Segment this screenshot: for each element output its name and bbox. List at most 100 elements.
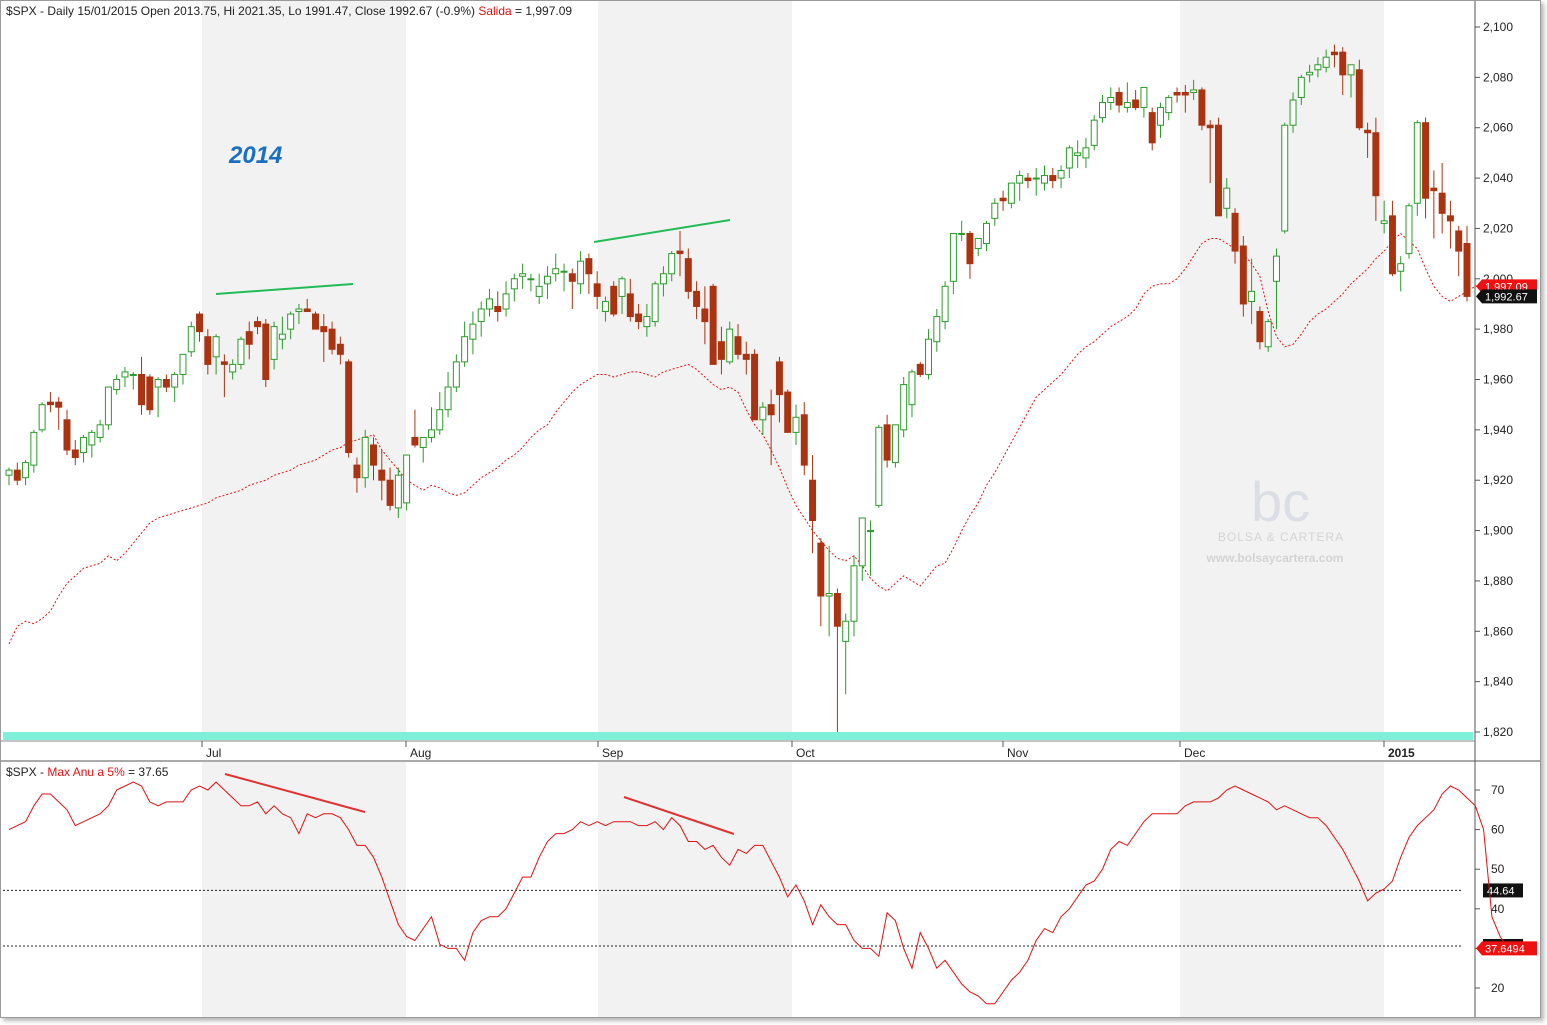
osc-tick-label: 40 — [1491, 902, 1505, 916]
candle-body-up — [187, 326, 195, 353]
candle — [916, 361, 924, 377]
candle-body-down — [800, 414, 808, 466]
candle-body-up — [842, 620, 850, 642]
candle-body-up — [1264, 321, 1272, 348]
candle — [345, 359, 353, 458]
candle — [900, 376, 908, 438]
candle-body-up — [394, 474, 402, 509]
candle-body-up — [1223, 187, 1231, 209]
x-tick-label: Sep — [602, 746, 624, 760]
candle — [1214, 117, 1222, 217]
osc-tick-label: 60 — [1491, 823, 1505, 837]
candle — [1355, 59, 1363, 131]
candle-body-down — [1198, 89, 1206, 126]
header-symbol: $SPX — [6, 4, 37, 18]
candle-body-up — [1140, 86, 1148, 109]
candle-body-up — [1405, 205, 1413, 255]
lower-indicator: Max Anu a 5% — [47, 765, 125, 779]
candle-body-up — [1099, 102, 1106, 119]
candle-body-down — [220, 361, 228, 365]
candle-body-up — [229, 363, 237, 373]
candle-body-down — [709, 285, 717, 365]
candle-body-up — [519, 273, 527, 277]
candle — [941, 281, 949, 330]
candle — [610, 281, 618, 317]
candle-body-up — [452, 361, 460, 388]
x-tick-label: Jul — [206, 746, 221, 760]
candle-body-up — [668, 253, 676, 275]
candle-body-down — [817, 542, 825, 597]
candle-body-up — [543, 275, 551, 285]
candle-body-up — [1007, 182, 1015, 204]
candle-body-up — [113, 379, 121, 391]
candle-body-up — [502, 293, 510, 310]
header-info: - Daily 15/01/2015 Open 2013.75, Hi 2021… — [37, 4, 479, 18]
candle-body-down — [370, 444, 377, 466]
candle-body-down — [312, 313, 319, 330]
candle — [1281, 122, 1289, 234]
price-tick-label: 1,900 — [1483, 524, 1513, 538]
candle-body-down — [767, 404, 775, 416]
candle — [1090, 115, 1098, 151]
candle-body-up — [900, 384, 908, 431]
candle-body-up — [38, 404, 46, 431]
candle-body-down — [916, 363, 924, 375]
candle-body-up — [1032, 177, 1040, 180]
candle-body-up — [925, 338, 933, 375]
candle-body-down — [353, 464, 361, 479]
candle-body-up — [477, 308, 485, 323]
candle-body-down — [1239, 245, 1247, 305]
candle-body-up — [1123, 102, 1131, 109]
candle-body-up — [1289, 99, 1297, 126]
candle-body-up — [171, 373, 179, 388]
candle-body-down — [196, 313, 204, 333]
candle-body-down — [809, 479, 817, 522]
close-last-badge: 1,992.67 — [1476, 289, 1537, 304]
candle — [403, 454, 411, 511]
candle-body-up — [850, 565, 858, 622]
candle-body-up — [949, 232, 957, 282]
oscillator-header: $SPX - Max Anu a 5% = 37.65 — [6, 765, 169, 779]
header-ma-label: Salida — [478, 4, 512, 18]
candle-body-up — [891, 424, 899, 464]
candle-body-up — [179, 353, 187, 375]
candle-body-up — [1272, 255, 1280, 282]
candle-body-down — [1214, 124, 1222, 217]
price-tick-label: 1,940 — [1483, 423, 1513, 437]
candle-body-up — [270, 326, 278, 360]
candle-body-up — [361, 436, 369, 479]
candle-body-up — [1306, 71, 1314, 76]
candle-body-up — [867, 530, 875, 533]
osc-tick-label: 70 — [1491, 783, 1505, 797]
candle-body-up — [974, 238, 982, 250]
candle — [751, 349, 759, 421]
candle-body-up — [287, 313, 295, 330]
bottom-band — [3, 732, 1473, 740]
osc-last-badge: 37.6494 — [1476, 941, 1537, 956]
candle-body-up — [1297, 76, 1305, 98]
candle — [651, 281, 659, 327]
candle-body-down — [138, 373, 146, 406]
x-tick-label: Dec — [1184, 746, 1205, 760]
candle-body-up — [1157, 107, 1164, 126]
candle-body-down — [71, 449, 79, 459]
price-tick-label: 1,960 — [1483, 373, 1513, 387]
candle-body-down — [1173, 91, 1181, 96]
candle-body-down — [1364, 129, 1372, 134]
candle — [1405, 203, 1413, 259]
candle-body-up — [527, 278, 535, 281]
month-shade-lower-2 — [1180, 762, 1384, 1017]
candle-body-down — [1256, 311, 1264, 343]
candle-body-up — [941, 285, 949, 323]
month-shade-2 — [1180, 1, 1384, 741]
candle-body-up — [469, 323, 477, 340]
candle-body-up — [154, 379, 162, 388]
candle-body-up — [295, 308, 303, 313]
lower-symbol: $SPX — [6, 765, 37, 779]
candle-body-up — [237, 338, 245, 365]
candle-body-up — [1413, 122, 1421, 204]
candle-body-down — [784, 391, 792, 433]
candle-body-up — [983, 222, 991, 245]
osc-last-badge-text: 37.6494 — [1485, 943, 1525, 955]
candle-body-up — [618, 278, 626, 297]
